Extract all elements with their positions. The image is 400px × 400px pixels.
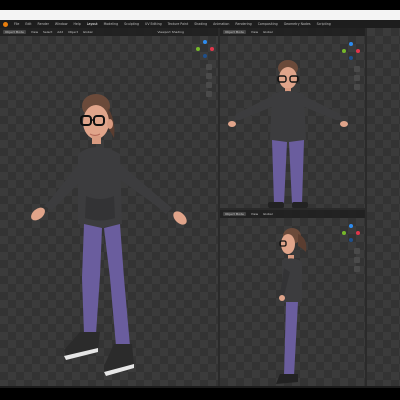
tab-shading[interactable]: Shading <box>194 22 207 26</box>
viewport-right-cropped[interactable] <box>367 28 400 386</box>
tab-compositing[interactable]: Compositing <box>258 22 278 26</box>
top-bar: File Edit Render Window Help Layout Mode… <box>0 20 400 28</box>
character-model[interactable] <box>0 28 218 386</box>
menu-window[interactable]: Window <box>55 22 68 26</box>
viewport-perspective[interactable]: Object Mode View Select Add Object Globa… <box>0 28 218 386</box>
menu-render[interactable]: Render <box>38 22 49 26</box>
tab-texture-paint[interactable]: Texture Paint <box>168 22 189 26</box>
tab-scripting[interactable]: Scripting <box>317 22 331 26</box>
tab-uv-editing[interactable]: UV Editing <box>145 22 162 26</box>
menu-file[interactable]: File <box>14 22 19 26</box>
screen-bezel-strip <box>0 10 400 20</box>
viewport-side[interactable]: Object Mode View Global <box>220 210 365 386</box>
blender-window: File Edit Render Window Help Layout Mode… <box>0 20 400 388</box>
tab-geometry-nodes[interactable]: Geometry Nodes <box>284 22 311 26</box>
character-model-side[interactable] <box>220 210 365 386</box>
character-model-front[interactable] <box>220 28 365 208</box>
menu-edit[interactable]: Edit <box>25 22 31 26</box>
status-bar <box>0 386 400 388</box>
tab-layout[interactable]: Layout <box>87 22 98 26</box>
blender-logo-icon[interactable] <box>3 21 8 27</box>
viewport-front[interactable]: Object Mode View Global <box>220 28 365 208</box>
tab-sculpting[interactable]: Sculpting <box>124 22 139 26</box>
tab-animation[interactable]: Animation <box>213 22 229 26</box>
tab-rendering[interactable]: Rendering <box>235 22 251 26</box>
tab-modeling[interactable]: Modeling <box>104 22 119 26</box>
menu-help[interactable]: Help <box>73 22 80 26</box>
